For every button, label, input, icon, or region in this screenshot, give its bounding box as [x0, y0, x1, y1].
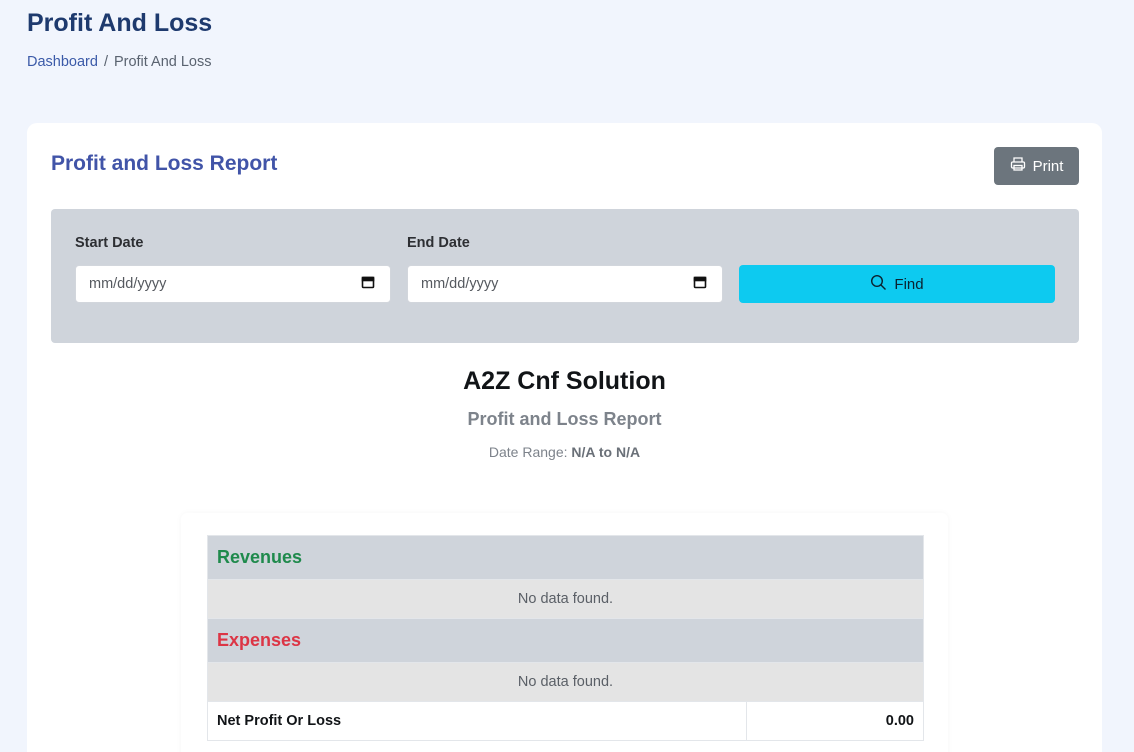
- print-button[interactable]: Print: [994, 147, 1079, 185]
- start-date-label: Start Date: [75, 235, 144, 251]
- net-profit-label: Net Profit Or Loss: [207, 701, 747, 741]
- end-date-input[interactable]: mm/dd/yyyy: [407, 265, 723, 303]
- filter-panel: Start Date mm/dd/yyyy End Date mm/dd/yyy…: [51, 209, 1079, 343]
- date-range-value: N/A to N/A: [571, 444, 641, 460]
- report-subtitle: Profit and Loss Report: [467, 409, 662, 429]
- breadcrumb: Dashboard / Profit And Loss: [27, 54, 212, 70]
- profit-loss-table: Revenues No data found. Expenses No data…: [207, 535, 924, 741]
- report-panel: Revenues No data found. Expenses No data…: [181, 513, 948, 752]
- calendar-icon[interactable]: [693, 275, 707, 293]
- search-icon: [870, 274, 887, 295]
- breadcrumb-current: Profit And Loss: [113, 54, 212, 70]
- start-date-input[interactable]: mm/dd/yyyy: [75, 265, 391, 303]
- card-title: Profit and Loss Report: [51, 152, 278, 175]
- expenses-empty-row: No data found.: [207, 662, 924, 702]
- net-profit-value: 0.00: [746, 701, 924, 741]
- find-label: Find: [894, 275, 924, 293]
- date-range: Date Range: N/A to N/A: [27, 444, 1102, 460]
- printer-icon: [1010, 156, 1026, 176]
- start-date-placeholder: mm/dd/yyyy: [89, 276, 167, 292]
- expenses-heading: Expenses: [207, 618, 924, 663]
- revenues-empty-row: No data found.: [207, 579, 924, 619]
- report-card: Profit and Loss Report Print Start Date …: [27, 123, 1102, 752]
- revenues-heading: Revenues: [207, 535, 924, 580]
- breadcrumb-separator: /: [103, 54, 108, 70]
- net-profit-row: Net Profit Or Loss 0.00: [207, 701, 924, 741]
- end-date-placeholder: mm/dd/yyyy: [421, 276, 499, 292]
- company-name: A2Z Cnf Solution: [463, 367, 666, 395]
- date-range-label: Date Range:: [488, 444, 568, 460]
- page-title: Profit And Loss: [27, 9, 213, 37]
- expenses-header-row: Expenses: [207, 618, 924, 663]
- end-date-label: End Date: [407, 235, 470, 251]
- revenues-empty-message: No data found.: [207, 579, 924, 619]
- expenses-empty-message: No data found.: [207, 662, 924, 702]
- find-button[interactable]: Find: [739, 265, 1055, 303]
- breadcrumb-dashboard-link[interactable]: Dashboard: [27, 54, 98, 70]
- revenues-header-row: Revenues: [207, 535, 924, 580]
- calendar-icon[interactable]: [361, 275, 375, 293]
- print-label: Print: [1032, 157, 1064, 175]
